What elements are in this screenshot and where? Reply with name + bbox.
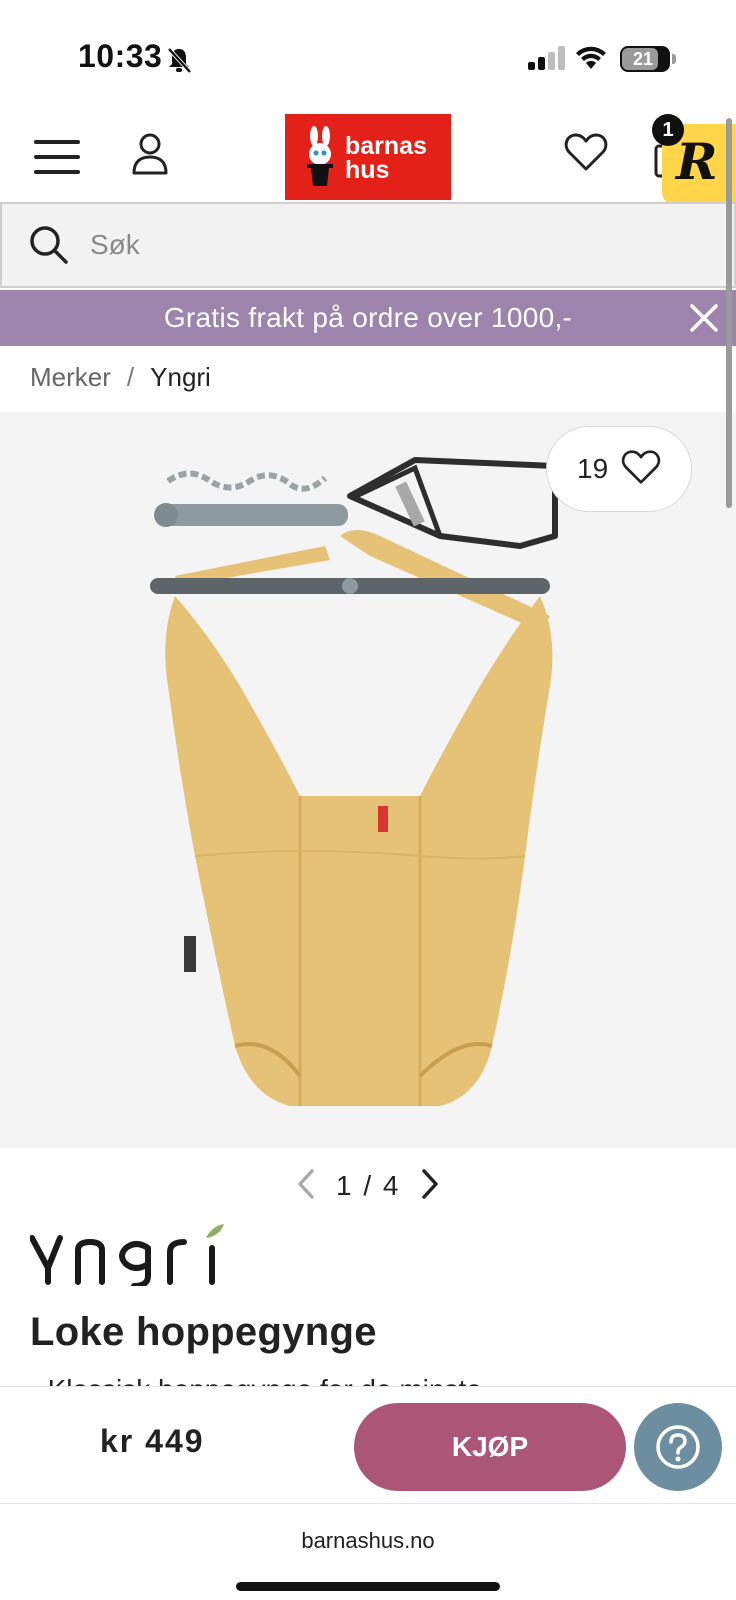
cellular-signal-icon (528, 46, 565, 70)
url-text: barnashus.no (301, 1528, 435, 1553)
status-bar: 10:33 21 (0, 0, 736, 110)
question-mark-icon (656, 1425, 700, 1469)
browser-url-bar[interactable]: barnashus.no (0, 1504, 736, 1600)
breadcrumb: Merker / Yngri (30, 362, 211, 393)
breadcrumb-item-yngri: Yngri (150, 362, 211, 392)
home-indicator[interactable] (236, 1582, 500, 1591)
free-shipping-text: Gratis frakt på ordre over 1000,- (163, 302, 573, 333)
breadcrumb-item-merker[interactable]: Merker (30, 362, 111, 392)
status-time: 10:33 (78, 38, 163, 74)
product-price: kr 449 (100, 1423, 205, 1459)
wishlist-heart-icon[interactable] (564, 132, 608, 172)
yngri-brand-logo[interactable] (30, 1224, 230, 1286)
free-shipping-banner: Gratis frakt på ordre over 1000,- (0, 290, 736, 346)
chevron-left-icon[interactable] (296, 1168, 316, 1200)
buy-button[interactable]: KJØP (354, 1403, 626, 1491)
user-account-icon[interactable] (130, 132, 170, 176)
favorite-count-button[interactable]: 19 (546, 426, 692, 512)
chevron-right-icon[interactable] (420, 1168, 440, 1200)
logo-text-line1: barnas (345, 132, 427, 160)
battery-icon: 21 (620, 46, 670, 72)
product-title: Loke hoppegynge (30, 1310, 377, 1354)
search-icon (30, 226, 68, 264)
search-bar (0, 202, 736, 288)
cart-count-badge: 1 (652, 114, 684, 146)
page-scrollbar[interactable] (726, 118, 732, 508)
favorite-count: 19 (577, 453, 609, 484)
heart-outline-icon (621, 450, 661, 484)
product-image-gallery[interactable]: 19 (0, 412, 736, 1148)
hamburger-menu-icon[interactable] (34, 140, 80, 174)
buy-bar: kr 449 KJØP (0, 1386, 736, 1504)
breadcrumb-separator: / (126, 362, 135, 392)
help-button[interactable] (634, 1403, 722, 1491)
bunny-hat-logo-icon (307, 126, 333, 186)
image-pager: 1 / 4 (0, 1160, 736, 1210)
bell-muted-icon (167, 47, 192, 74)
logo-text-line2: hus (345, 156, 390, 184)
search-input[interactable] (90, 220, 650, 270)
wifi-icon (576, 46, 606, 69)
close-icon[interactable] (690, 304, 718, 332)
site-header: barnas hus R 1 (0, 110, 736, 206)
image-pager-count: 1 / 4 (336, 1170, 399, 1201)
battery-level-text: 21 (632, 49, 654, 69)
product-photo-jumper (150, 457, 558, 1106)
barnashus-logo[interactable]: barnas hus (285, 114, 451, 200)
